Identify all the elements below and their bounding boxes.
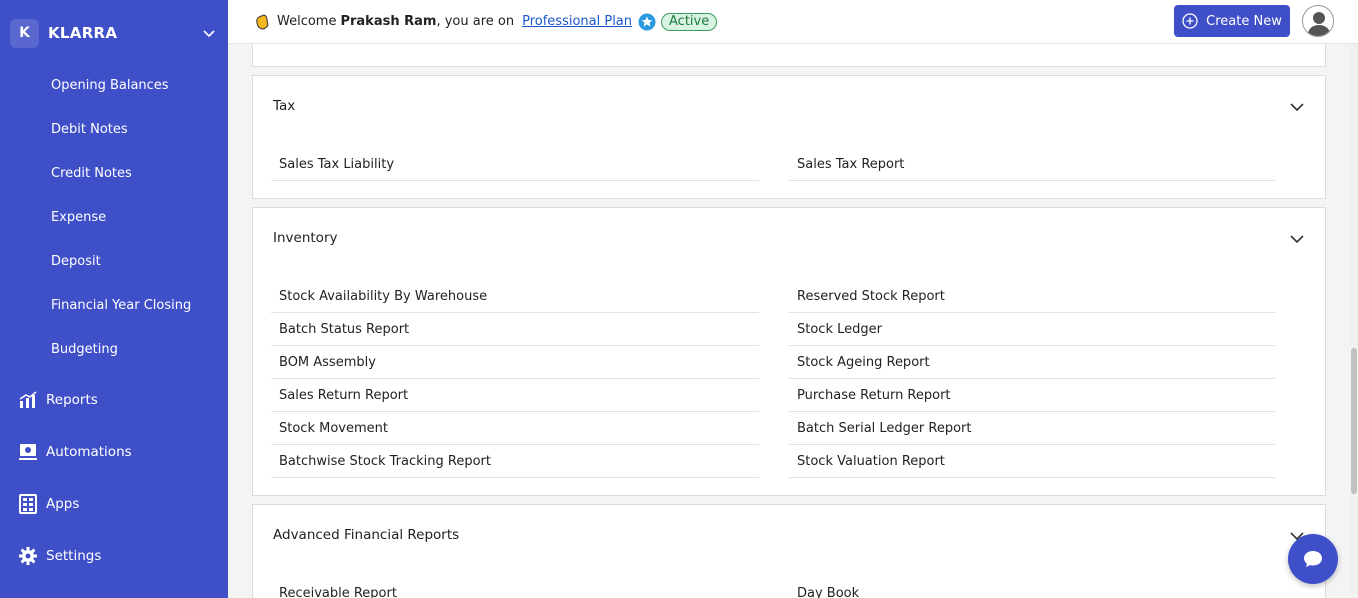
sidebar-item-label: Reports — [46, 392, 98, 408]
welcome-message: Welcome Prakash Ram , you are on Profess… — [253, 12, 718, 31]
report-link[interactable]: Day Book — [789, 577, 1275, 598]
section-title: Inventory — [273, 230, 338, 246]
sidebar-item-budgeting[interactable]: Budgeting — [0, 328, 228, 372]
create-new-button[interactable]: Create New — [1174, 5, 1290, 37]
brand-initial: K — [10, 18, 39, 48]
sidebar-subnav: Opening Balances Debit Notes Credit Note… — [0, 64, 228, 372]
previous-section-card — [252, 44, 1326, 67]
chevron-down-icon[interactable] — [202, 26, 216, 40]
advanced-financial-section-card: Advanced Financial Reports Receivable Re… — [252, 504, 1326, 598]
avatar[interactable] — [1302, 5, 1334, 37]
brand-name: KLARRA — [48, 24, 118, 42]
sidebar-item-label: Apps — [46, 496, 80, 512]
report-link[interactable]: Sales Return Report — [271, 379, 759, 412]
scrollbar-thumb[interactable] — [1351, 348, 1357, 494]
report-link[interactable]: Batch Status Report — [271, 313, 759, 346]
status-badge: Active — [661, 12, 718, 31]
sidebar-item-automations[interactable]: Automations — [0, 426, 228, 478]
sidebar-item-settings[interactable]: Settings — [0, 530, 228, 582]
report-link[interactable]: BOM Assembly — [271, 346, 759, 379]
sidebar-item-opening-balances[interactable]: Opening Balances — [0, 64, 228, 108]
sidebar-item-deposit[interactable]: Deposit — [0, 240, 228, 284]
welcome-prefix: Welcome — [277, 14, 337, 29]
sidebar-item-financial-year-closing[interactable]: Financial Year Closing — [0, 284, 228, 328]
report-link[interactable]: Stock Ageing Report — [789, 346, 1275, 379]
section-title: Advanced Financial Reports — [273, 527, 460, 543]
report-link[interactable]: Stock Availability By Warehouse — [271, 280, 759, 313]
sidebar-item-reports[interactable]: Reports — [0, 374, 228, 426]
sidebar: K KLARRA Opening Balances Debit Notes Cr… — [0, 0, 228, 598]
welcome-suffix: , you are on — [436, 14, 515, 29]
plus-circle-icon — [1182, 13, 1198, 29]
report-link[interactable]: Stock Ledger — [789, 313, 1275, 346]
chat-bubble-icon — [1304, 551, 1322, 567]
sidebar-item-credit-notes[interactable]: Credit Notes — [0, 152, 228, 196]
report-link[interactable]: Stock Movement — [271, 412, 759, 445]
reports-chart-icon — [18, 390, 38, 410]
sidebar-item-debit-notes[interactable]: Debit Notes — [0, 108, 228, 152]
sidebar-item-expense[interactable]: Expense — [0, 196, 228, 240]
create-new-label: Create New — [1206, 13, 1282, 29]
tax-section-card: Tax Sales Tax Liability Sales Tax Report — [252, 75, 1326, 199]
report-link[interactable]: Batch Serial Ledger Report — [789, 412, 1275, 445]
brand-switcher[interactable]: K KLARRA — [10, 18, 222, 48]
sidebar-mainnav: Reports Automations Apps Settings — [0, 374, 228, 582]
sidebar-item-label: Settings — [46, 548, 102, 564]
reports-content: Tax Sales Tax Liability Sales Tax Report… — [228, 44, 1350, 598]
inventory-section-card: Inventory Stock Availability By Warehous… — [252, 207, 1326, 496]
report-link[interactable]: Stock Valuation Report — [789, 445, 1275, 478]
report-link[interactable]: Batchwise Stock Tracking Report — [271, 445, 759, 478]
sidebar-item-apps[interactable]: Apps — [0, 478, 228, 530]
star-badge-icon — [638, 13, 656, 30]
report-link[interactable]: Reserved Stock Report — [789, 280, 1275, 313]
user-avatar-icon — [1307, 12, 1331, 36]
chevron-down-icon[interactable] — [1289, 99, 1305, 115]
section-title: Tax — [273, 98, 296, 114]
waving-hand-icon — [256, 13, 269, 30]
scrollbar[interactable] — [1350, 44, 1358, 598]
automations-icon — [18, 442, 38, 462]
user-name: Prakash Ram — [340, 14, 437, 29]
chat-button[interactable] — [1288, 534, 1338, 584]
chevron-down-icon[interactable] — [1289, 231, 1305, 247]
report-link[interactable]: Sales Tax Report — [789, 148, 1275, 181]
sidebar-item-label: Automations — [46, 444, 132, 460]
top-header: Welcome Prakash Ram , you are on Profess… — [228, 0, 1358, 44]
apps-grid-icon — [18, 494, 38, 514]
report-link[interactable]: Receivable Report — [271, 577, 759, 598]
report-link[interactable]: Sales Tax Liability — [271, 148, 759, 181]
gear-icon — [18, 546, 38, 566]
report-link[interactable]: Purchase Return Report — [789, 379, 1275, 412]
plan-link[interactable]: Professional Plan — [522, 14, 632, 29]
